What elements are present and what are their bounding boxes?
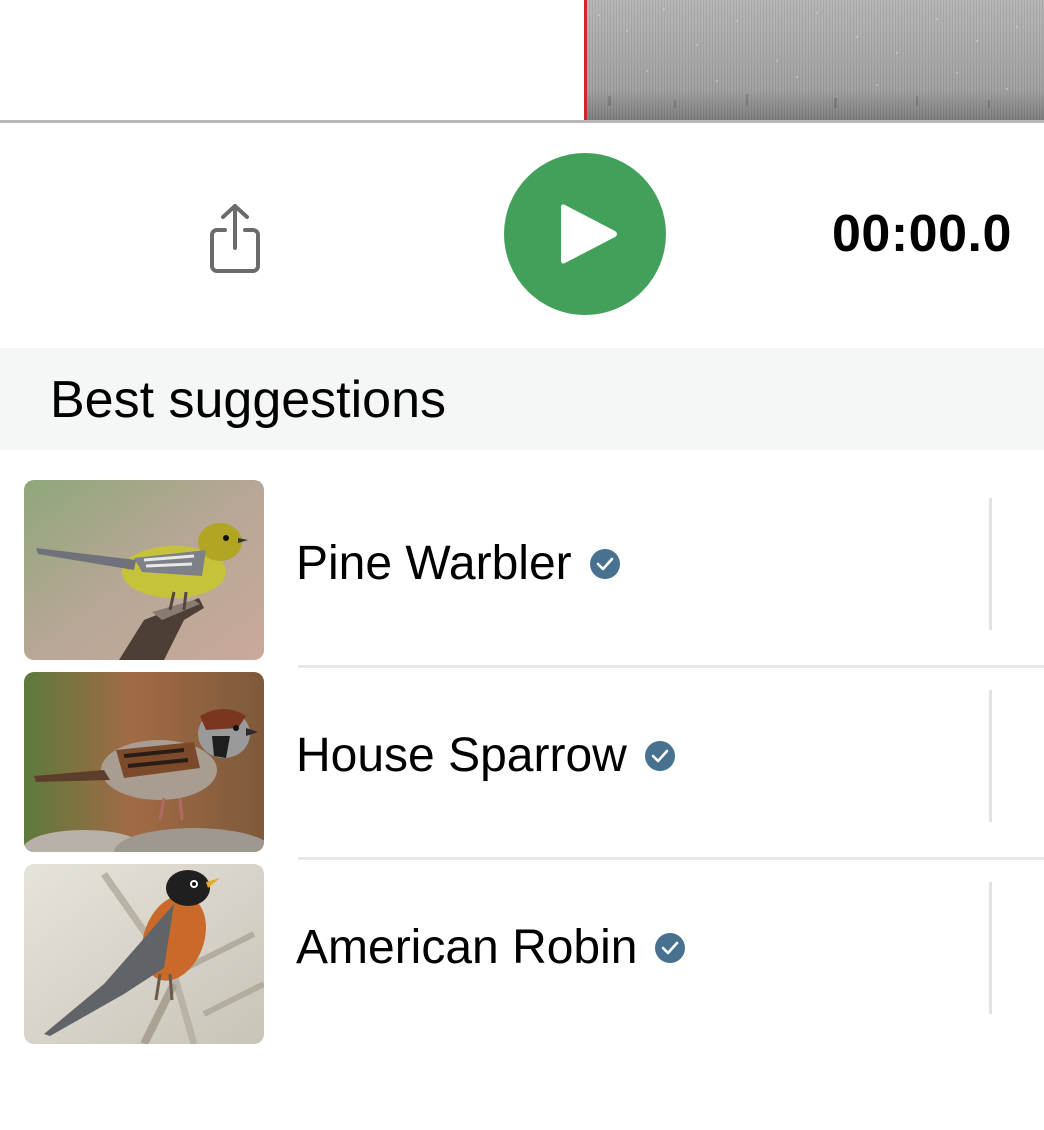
playback-timer: 00:00.0 <box>832 205 1012 263</box>
bird-name-label: House Sparrow <box>296 729 627 782</box>
verified-check-icon <box>589 549 620 579</box>
bird-photo <box>24 480 264 660</box>
list-item[interactable]: Pine Warbler <box>0 450 1044 660</box>
bird-name: House Sparrow <box>296 730 675 782</box>
american-robin-photo <box>24 864 264 1044</box>
play-button[interactable] <box>504 153 666 315</box>
play-icon <box>561 204 617 264</box>
spectrogram-noise <box>598 8 1018 108</box>
bird-name-label: American Robin <box>296 921 638 974</box>
section-title: Best suggestions <box>50 371 447 429</box>
bird-name: American Robin <box>296 921 686 974</box>
row-divider-vertical <box>989 690 992 822</box>
playhead[interactable] <box>584 0 587 120</box>
verified-check-icon <box>655 933 686 963</box>
bird-photo <box>24 864 264 1044</box>
bird-photo <box>24 672 264 852</box>
pine-warbler-photo <box>24 480 264 660</box>
list-item[interactable]: House Sparrow <box>0 642 1044 852</box>
section-header: Best suggestions <box>0 348 1044 450</box>
share-button[interactable] <box>200 200 270 276</box>
verified-check-icon <box>644 741 675 771</box>
sound-id-screen: 00:00.0 Best suggestions Pine Warbler Ho… <box>0 0 1044 1130</box>
bird-name: Pine Warbler <box>296 538 620 590</box>
spectrogram-divider <box>0 120 1044 123</box>
row-divider-vertical <box>989 498 992 630</box>
list-item[interactable]: American Robin <box>0 834 1044 1044</box>
share-icon <box>210 204 260 273</box>
spectrogram[interactable] <box>0 0 1044 123</box>
house-sparrow-photo <box>24 672 264 852</box>
row-divider-vertical <box>989 882 992 1014</box>
bird-name-label: Pine Warbler <box>296 537 572 590</box>
